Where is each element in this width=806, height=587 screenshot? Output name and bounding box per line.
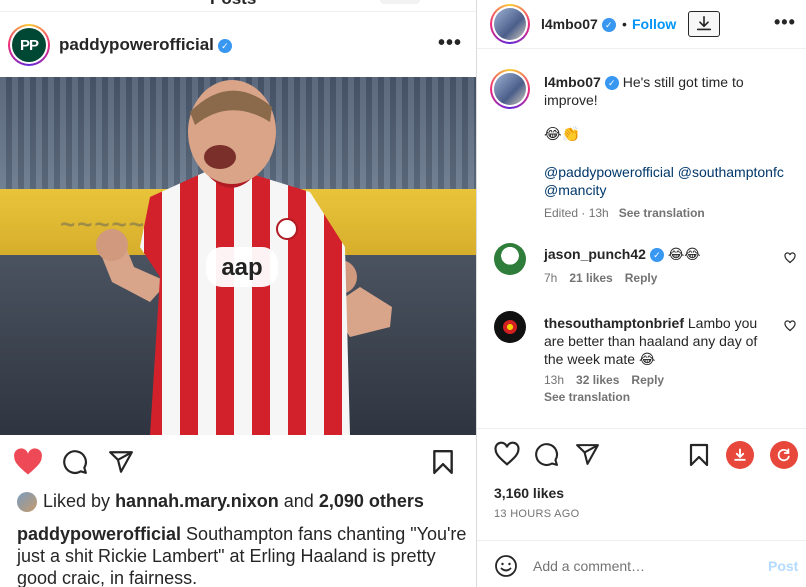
shirt-sponsor-text: aap: [221, 254, 262, 281]
verified-badge-icon: ✓: [601, 18, 616, 32]
verified-badge-icon: ✓: [604, 76, 619, 90]
comment-body: thesouthamptonbrief Lambo you are better…: [544, 314, 769, 368]
caption-edited-time: Edited · 13h: [544, 206, 609, 220]
comment-time: 13h: [544, 373, 565, 387]
caption-author-username[interactable]: l4mbo07: [544, 74, 601, 90]
comment-reply-button[interactable]: Reply: [631, 373, 664, 387]
caption-mentions[interactable]: @paddypowerofficial @southamptonfc @manc…: [544, 163, 794, 199]
likes-count[interactable]: 3,160 likes: [494, 485, 564, 501]
comment-avatar[interactable]: [494, 243, 526, 275]
caption-username[interactable]: paddypowerofficial: [17, 524, 181, 544]
comment-bubble-icon[interactable]: [534, 442, 559, 472]
comment-username[interactable]: jason_punch42: [544, 246, 646, 262]
player-figure: aap: [96, 80, 392, 435]
comment-like-heart-icon[interactable]: [784, 251, 796, 269]
caption-author-avatar[interactable]: [490, 69, 530, 109]
comment-time: 7h: [544, 271, 558, 285]
caption-emoji: 😂👏: [544, 126, 581, 143]
profile-username[interactable]: l4mbo07 ✓: [541, 16, 616, 32]
liker-avatar[interactable]: [17, 491, 37, 512]
save-bookmark-icon[interactable]: [688, 443, 710, 472]
see-translation-link[interactable]: See translation: [619, 206, 705, 220]
page-header: Posts: [0, 0, 476, 12]
follow-button[interactable]: Follow: [632, 16, 676, 32]
comment-text: 😂😂: [667, 246, 701, 262]
post-timestamp: 13 HOURS AGO: [494, 508, 580, 520]
divider: [477, 540, 806, 541]
comment-body: jason_punch42 ✓ 😂😂: [544, 246, 701, 263]
post-caption: paddypowerofficial Southampton fans chan…: [17, 523, 467, 587]
profile-username-text[interactable]: l4mbo07: [541, 16, 598, 32]
liked-by-and: and: [283, 491, 314, 511]
add-comment-input[interactable]: [533, 555, 753, 577]
caption-body: l4mbo07 ✓ He's still got time to improve!: [544, 73, 794, 109]
download-circle-icon[interactable]: [726, 441, 754, 469]
divider: [477, 48, 806, 49]
comment-meta: 7h 21 likes Reply: [544, 271, 657, 285]
share-paperplane-icon[interactable]: [108, 449, 134, 480]
post-photo[interactable]: ~~~~~~~ ~~~~ aap: [0, 77, 476, 435]
post-comment-button[interactable]: Post: [768, 558, 798, 574]
see-translation-link[interactable]: See translation: [544, 390, 630, 404]
more-options-icon[interactable]: •••: [438, 32, 462, 55]
post-author-username[interactable]: paddypowerofficial: [59, 35, 214, 54]
caption-meta: Edited · 13h See translation: [544, 206, 705, 220]
post-panel: Posts PP paddypowerofficial✓ ••• ~~~~~~~…: [0, 0, 476, 587]
comment-meta: 13h 32 likes Reply: [544, 373, 664, 387]
post-author-name[interactable]: paddypowerofficial ✓: [59, 35, 232, 55]
comments-panel: l4mbo07 ✓ • Follow ••• l4mbo07 ✓ He's stil…: [476, 0, 806, 587]
more-options-icon[interactable]: •••: [774, 12, 796, 33]
avatar-logo-text: PP: [12, 28, 46, 62]
divider: [477, 428, 806, 429]
comment-likes[interactable]: 32 likes: [576, 373, 619, 387]
liked-by-line: Liked by hannah.mary.nixon and 2,090 oth…: [17, 491, 424, 512]
like-heart-icon[interactable]: [13, 448, 43, 481]
liker-username[interactable]: hannah.mary.nixon: [115, 491, 279, 512]
comment-bubble-icon[interactable]: [62, 449, 88, 480]
save-bookmark-icon[interactable]: [431, 449, 455, 480]
like-heart-icon[interactable]: [494, 441, 520, 472]
comment-username[interactable]: thesouthamptonbrief: [544, 315, 684, 331]
liked-others-count[interactable]: 2,090 others: [319, 491, 424, 512]
liked-by-prefix: Liked by: [43, 491, 111, 511]
page-title: Posts: [210, 0, 256, 9]
post-author-avatar[interactable]: PP: [8, 24, 50, 66]
comment-avatar[interactable]: [494, 311, 526, 343]
comment-like-heart-icon[interactable]: [784, 319, 796, 337]
separator-dot: •: [622, 16, 627, 32]
share-paperplane-icon[interactable]: [575, 442, 600, 472]
comment-likes[interactable]: 21 likes: [569, 271, 612, 285]
refresh-circle-icon[interactable]: [770, 441, 798, 469]
verified-badge-icon: ✓: [649, 248, 664, 262]
header-button[interactable]: [380, 0, 420, 4]
profile-avatar[interactable]: [490, 4, 530, 44]
comment-reply-button[interactable]: Reply: [625, 271, 658, 285]
emoji-smiley-icon[interactable]: [494, 554, 518, 583]
download-icon[interactable]: [688, 11, 720, 37]
verified-badge-icon: ✓: [217, 39, 232, 53]
